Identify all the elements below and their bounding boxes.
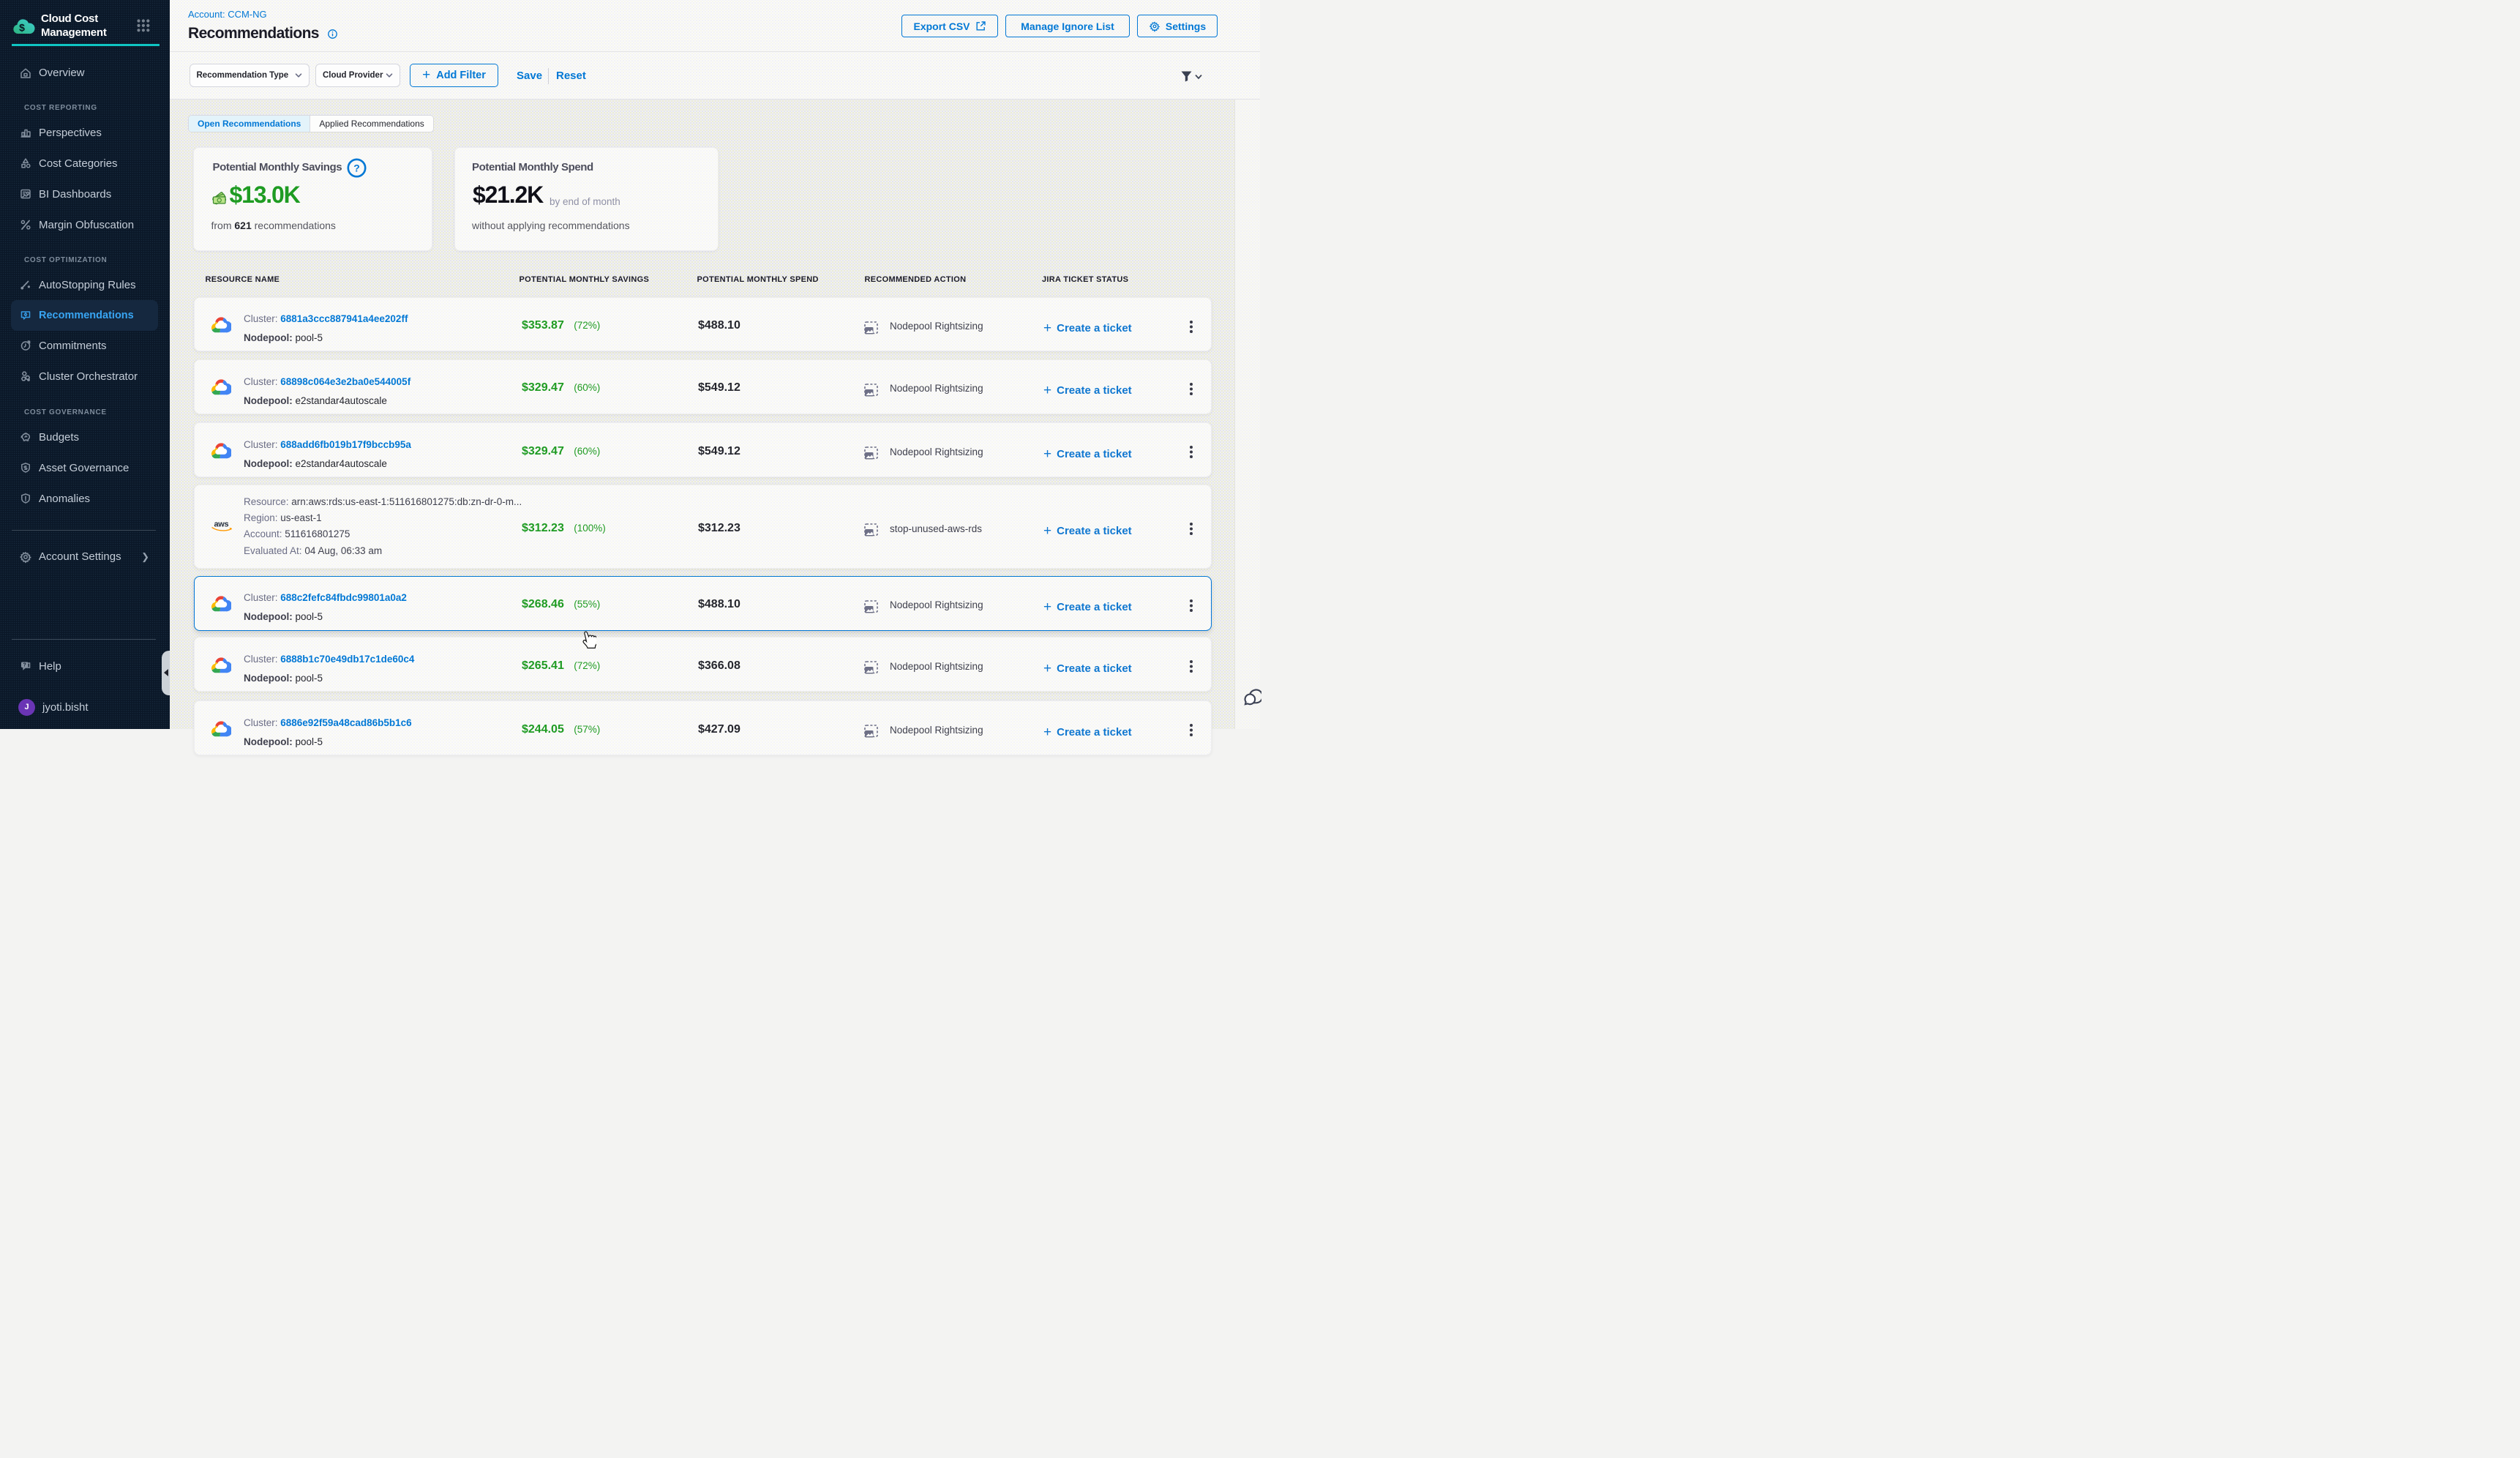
svg-text:?: ? — [353, 162, 360, 174]
svg-text:?: ? — [23, 663, 26, 668]
svg-text:aws: aws — [214, 520, 229, 528]
svg-text:$: $ — [19, 22, 25, 34]
